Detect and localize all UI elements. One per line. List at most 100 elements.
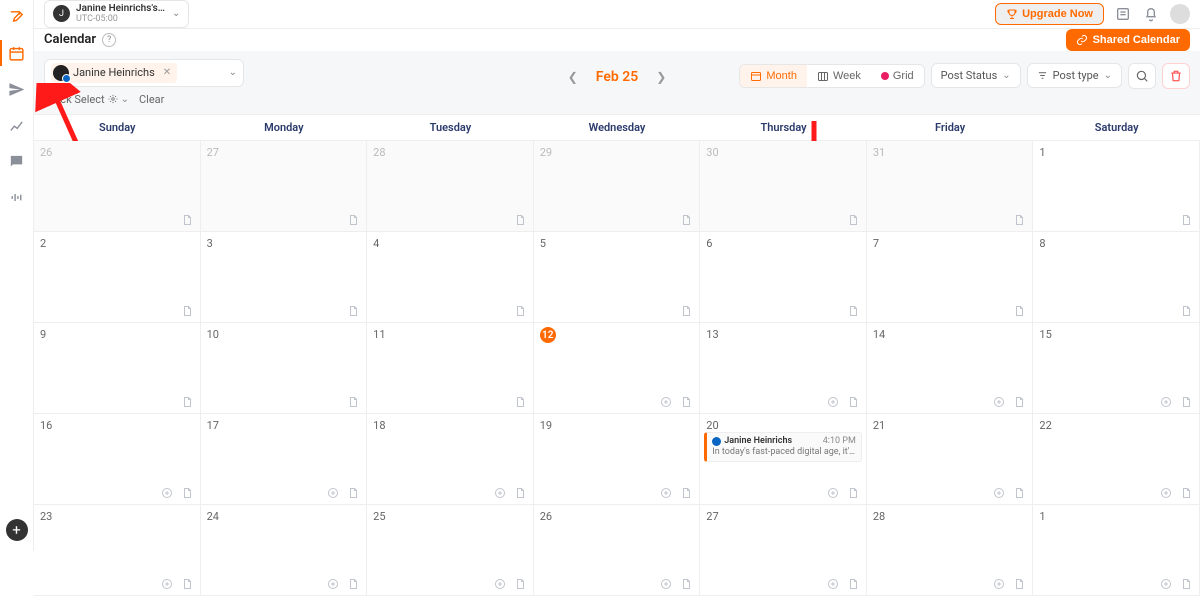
- note-icon[interactable]: [513, 213, 527, 227]
- note-icon[interactable]: [346, 395, 360, 409]
- note-icon[interactable]: [180, 486, 194, 500]
- calendar-cell[interactable]: 24: [201, 505, 368, 596]
- send-icon[interactable]: [8, 80, 26, 98]
- notes-icon[interactable]: [1114, 5, 1132, 23]
- note-icon[interactable]: [180, 577, 194, 591]
- calendar-cell[interactable]: 21: [867, 414, 1034, 505]
- add-post-icon[interactable]: [826, 486, 840, 500]
- add-post-icon[interactable]: [992, 577, 1006, 591]
- note-icon[interactable]: [1012, 486, 1026, 500]
- calendar-cell[interactable]: 15: [1033, 323, 1200, 414]
- note-icon[interactable]: [180, 213, 194, 227]
- add-post-icon[interactable]: [493, 577, 507, 591]
- calendar-cell[interactable]: 20Janine Heinrichs4:10 PMIn today's fast…: [700, 414, 867, 505]
- audio-icon[interactable]: [8, 188, 26, 206]
- help-icon[interactable]: ?: [102, 33, 116, 47]
- calendar-cell[interactable]: 3: [201, 232, 368, 323]
- next-arrow[interactable]: ❯: [656, 70, 666, 84]
- note-icon[interactable]: [513, 486, 527, 500]
- note-icon[interactable]: [846, 395, 860, 409]
- note-icon[interactable]: [1179, 395, 1193, 409]
- compose-icon[interactable]: [8, 8, 26, 26]
- shared-calendar-button[interactable]: Shared Calendar: [1066, 29, 1190, 51]
- note-icon[interactable]: [346, 213, 360, 227]
- calendar-cell[interactable]: 26: [34, 141, 201, 232]
- add-post-icon[interactable]: [659, 395, 673, 409]
- quick-select-button[interactable]: Quick Select ⌄: [44, 93, 129, 106]
- add-post-icon[interactable]: [160, 577, 174, 591]
- note-icon[interactable]: [346, 486, 360, 500]
- note-icon[interactable]: [1012, 577, 1026, 591]
- note-icon[interactable]: [1179, 213, 1193, 227]
- add-post-icon[interactable]: [326, 577, 340, 591]
- post-type-dropdown[interactable]: Post type ⌄: [1027, 63, 1122, 88]
- calendar-cell[interactable]: 25: [367, 505, 534, 596]
- note-icon[interactable]: [513, 577, 527, 591]
- note-icon[interactable]: [1179, 486, 1193, 500]
- calendar-cell[interactable]: 6: [700, 232, 867, 323]
- add-post-icon[interactable]: [992, 395, 1006, 409]
- calendar-cell[interactable]: 14: [867, 323, 1034, 414]
- calendar-cell[interactable]: 1: [1033, 505, 1200, 596]
- note-icon[interactable]: [513, 395, 527, 409]
- workspace-selector[interactable]: J Janine Heinrichs's … UTC-05:00 ⌄: [44, 0, 189, 28]
- calendar-cell[interactable]: 19: [534, 414, 701, 505]
- calendar-cell[interactable]: 5: [534, 232, 701, 323]
- note-icon[interactable]: [679, 304, 693, 318]
- calendar-cell[interactable]: 23: [34, 505, 201, 596]
- remove-chip-icon[interactable]: ✕: [163, 67, 171, 78]
- add-post-icon[interactable]: [826, 577, 840, 591]
- prev-arrow[interactable]: ❮: [568, 70, 578, 84]
- calendar-cell[interactable]: 9: [34, 323, 201, 414]
- note-icon[interactable]: [180, 395, 194, 409]
- upgrade-button[interactable]: Upgrade Now: [995, 3, 1104, 25]
- add-post-icon[interactable]: [826, 395, 840, 409]
- calendar-cell[interactable]: 12: [534, 323, 701, 414]
- post-status-dropdown[interactable]: Post Status ⌄: [931, 63, 1021, 88]
- calendar-cell[interactable]: 27: [201, 141, 368, 232]
- chat-icon[interactable]: [8, 152, 26, 170]
- calendar-cell[interactable]: 10: [201, 323, 368, 414]
- add-post-icon[interactable]: [1159, 395, 1173, 409]
- calendar-cell[interactable]: 7: [867, 232, 1034, 323]
- note-icon[interactable]: [1012, 395, 1026, 409]
- note-icon[interactable]: [1012, 213, 1026, 227]
- calendar-cell[interactable]: 29: [534, 141, 701, 232]
- calendar-cell[interactable]: 18: [367, 414, 534, 505]
- calendar-cell[interactable]: 17: [201, 414, 368, 505]
- note-icon[interactable]: [846, 486, 860, 500]
- add-post-icon[interactable]: [326, 486, 340, 500]
- note-icon[interactable]: [1012, 304, 1026, 318]
- view-grid[interactable]: Grid: [871, 65, 924, 87]
- note-icon[interactable]: [346, 304, 360, 318]
- add-button[interactable]: +: [6, 519, 28, 541]
- note-icon[interactable]: [679, 213, 693, 227]
- view-month[interactable]: Month: [740, 65, 807, 87]
- profile-select[interactable]: Janine Heinrichs ✕ ⌄: [44, 59, 244, 87]
- calendar-cell[interactable]: 16: [34, 414, 201, 505]
- calendar-cell[interactable]: 22: [1033, 414, 1200, 505]
- note-icon[interactable]: [346, 577, 360, 591]
- note-icon[interactable]: [1179, 304, 1193, 318]
- note-icon[interactable]: [846, 213, 860, 227]
- note-icon[interactable]: [846, 304, 860, 318]
- add-post-icon[interactable]: [1159, 577, 1173, 591]
- bell-icon[interactable]: [1142, 5, 1160, 23]
- calendar-cell[interactable]: 8: [1033, 232, 1200, 323]
- add-post-icon[interactable]: [160, 486, 174, 500]
- note-icon[interactable]: [1179, 577, 1193, 591]
- calendar-cell[interactable]: 1: [1033, 141, 1200, 232]
- note-icon[interactable]: [180, 304, 194, 318]
- delete-button[interactable]: [1162, 63, 1190, 89]
- view-week[interactable]: Week: [807, 65, 871, 87]
- calendar-cell[interactable]: 28: [367, 141, 534, 232]
- note-icon[interactable]: [846, 577, 860, 591]
- post-card[interactable]: Janine Heinrichs4:10 PMIn today's fast-p…: [704, 432, 862, 462]
- analytics-icon[interactable]: [8, 116, 26, 134]
- calendar-cell[interactable]: 13: [700, 323, 867, 414]
- calendar-cell[interactable]: 11: [367, 323, 534, 414]
- note-icon[interactable]: [679, 395, 693, 409]
- add-post-icon[interactable]: [659, 577, 673, 591]
- clear-button[interactable]: Clear: [139, 93, 164, 106]
- add-post-icon[interactable]: [493, 486, 507, 500]
